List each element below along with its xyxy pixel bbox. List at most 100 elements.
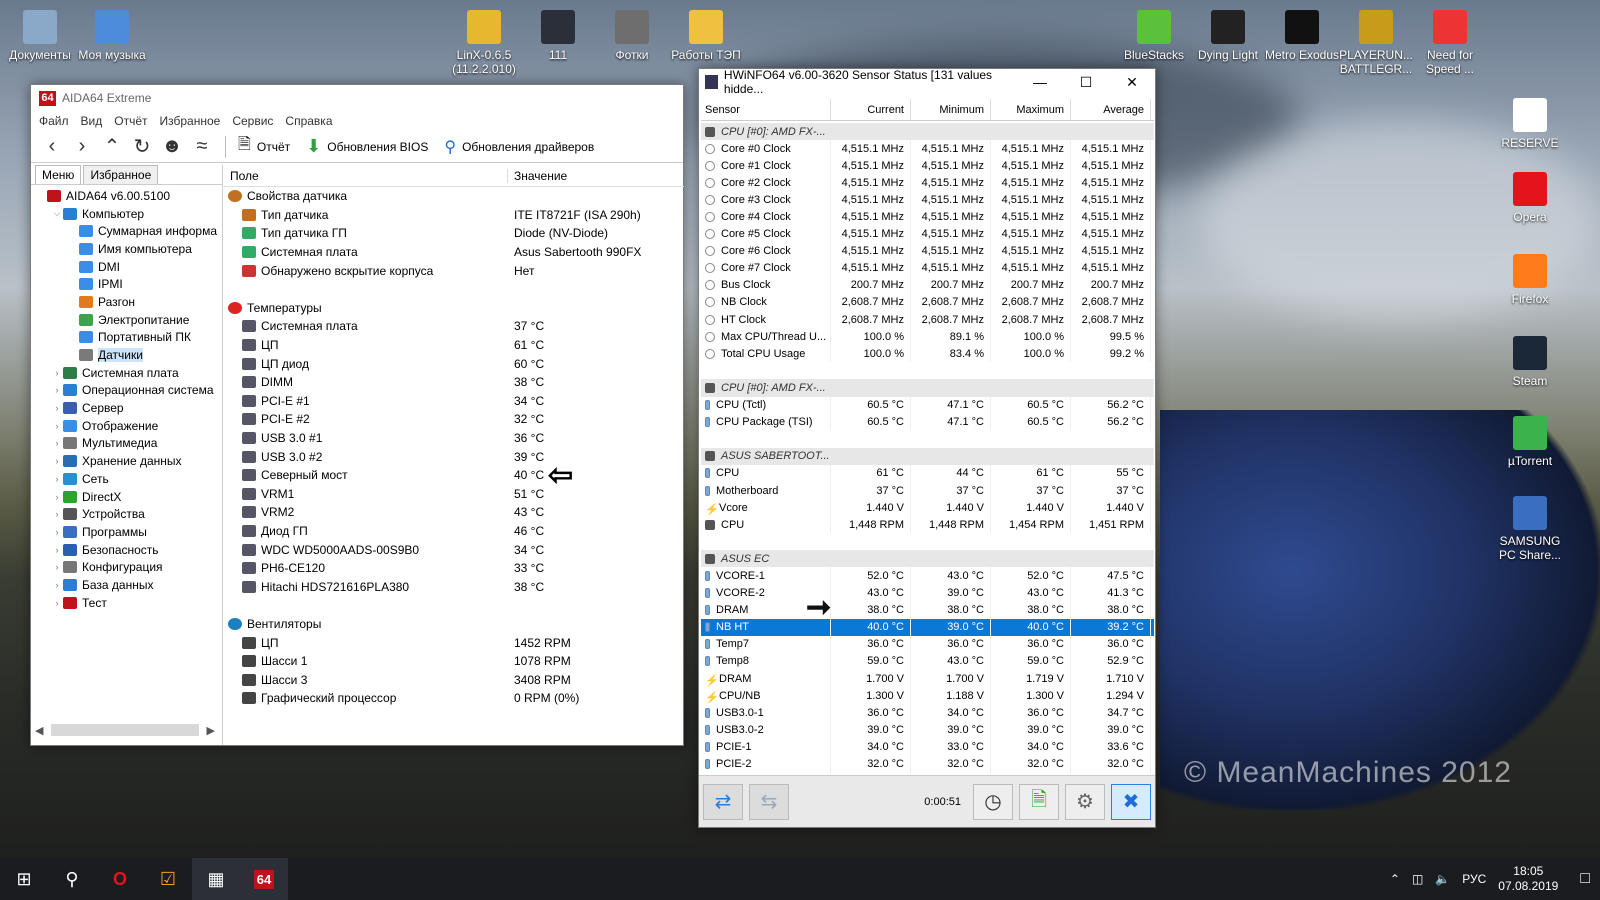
maximize-icon[interactable]: ☐ [1063, 74, 1109, 91]
desktop-icon-12[interactable]: Opera [1492, 172, 1568, 224]
network-icon[interactable]: ◫ [1412, 872, 1423, 886]
tree-item-9[interactable]: Датчики [31, 346, 222, 364]
sensor-row[interactable]: VCORE-2 43.0 °C 39.0 °C 43.0 °C 41.3 °C [701, 584, 1154, 602]
chevron-right-icon[interactable]: › [51, 438, 63, 448]
chevron-right-icon[interactable]: › [51, 562, 63, 572]
sensor-group-header[interactable]: ASUS SABERTOOT... [701, 447, 1154, 465]
sensor-row[interactable]: Core #5 Clock 4,515.1 MHz 4,515.1 MHz 4,515… [701, 225, 1154, 243]
tree-item-5[interactable]: IPMI [31, 275, 222, 293]
detail-row[interactable]: Северный мост 40 °C [224, 466, 684, 485]
back-icon[interactable]: ‹ [41, 135, 63, 158]
clock-reset-button[interactable]: ◷ [973, 783, 1013, 820]
chevron-right-icon[interactable]: › [51, 598, 63, 608]
sensor-row[interactable]: Temp8 59.0 °C 43.0 °C 59.0 °C 52.9 °C [701, 652, 1154, 670]
close-sensors-button[interactable]: ✖ [1111, 783, 1151, 820]
sensor-row[interactable]: Core #6 Clock 4,515.1 MHz 4,515.1 MHz 4,515… [701, 242, 1154, 260]
start-windows-icon[interactable]: ⊞ [0, 858, 48, 900]
tree-item-22[interactable]: › База данных [31, 576, 222, 594]
opera-taskbar-icon[interactable]: O [96, 858, 144, 900]
forward-icon[interactable]: › [71, 135, 93, 158]
desktop-icon-9[interactable]: PLAYERUN... BATTLEGR... [1338, 10, 1414, 76]
desktop-icon-13[interactable]: Firefox [1492, 254, 1568, 306]
sensor-row[interactable]: NB Clock 2,608.7 MHz 2,608.7 MHz 2,608.7 MH… [701, 293, 1154, 312]
aida64-window[interactable]: 64 AIDA64 Extreme Файл Вид Отчёт Избранн… [30, 84, 684, 746]
chevron-up-icon[interactable]: ⌃ [1390, 872, 1400, 886]
detail-row[interactable]: Тип датчика ГП Diode (NV-Diode) [224, 224, 684, 243]
detail-row[interactable]: USB 3.0 #1 36 °C [224, 429, 684, 448]
chevron-right-icon[interactable]: › [51, 368, 63, 378]
sensor-row[interactable]: Core #7 Clock 4,515.1 MHz 4,515.1 MHz 4,515… [701, 259, 1154, 277]
tree-item-1[interactable]: ⌵ Компьютер [31, 205, 222, 223]
desktop-icon-6[interactable]: BlueStacks [1116, 10, 1192, 62]
aida-titlebar[interactable]: 64 AIDA64 Extreme [31, 85, 683, 111]
desktop-icon-8[interactable]: Metro Exodus [1264, 10, 1340, 62]
chevron-right-icon[interactable]: › [51, 545, 63, 555]
tree-item-10[interactable]: › Системная плата [31, 364, 222, 382]
clock[interactable]: 18:05 07.08.2019 [1498, 864, 1558, 894]
desktop-icon-16[interactable]: SAMSUNG PC Share... [1492, 496, 1568, 562]
sensor-row[interactable]: Total CPU Usage 100.0 % 83.4 % 100.0 % 99.2 … [701, 345, 1154, 363]
scroll-left-icon[interactable]: ◀ [35, 724, 43, 737]
chevron-right-icon[interactable]: › [51, 421, 63, 431]
expand-arrows-button[interactable]: ⇄ [703, 783, 743, 820]
col-field[interactable]: Поле [224, 168, 508, 183]
sensor-row[interactable]: Core #2 Clock 4,515.1 MHz 4,515.1 MHz 4,515… [701, 174, 1154, 192]
chevron-right-icon[interactable]: › [51, 527, 63, 537]
sensor-row[interactable]: Core #3 Clock 4,515.1 MHz 4,515.1 MHz 4,515… [701, 191, 1154, 209]
detail-row[interactable]: PCI-E #2 32 °C [224, 410, 684, 429]
detail-row[interactable]: DIMM 38 °C [224, 373, 684, 392]
minimize-icon[interactable]: — [1017, 74, 1063, 91]
tree-item-17[interactable]: › DirectX [31, 488, 222, 506]
chevron-right-icon[interactable]: › [51, 474, 63, 484]
detail-row[interactable]: ЦП диод 60 °C [224, 354, 684, 373]
volume-icon[interactable]: 🔈 [1435, 872, 1450, 886]
sensor-row[interactable]: USB3.0-1 36.0 °C 34.0 °C 36.0 °C 34.7 °C [701, 704, 1154, 722]
driver-update-button[interactable]: ⚲ Обновления драйверов [444, 137, 594, 157]
desktop-icon-11[interactable]: RESERVE [1492, 98, 1568, 150]
sensor-row[interactable]: CPU Package (TSI) 60.5 °C 47.1 °C 60.5 °C 56… [701, 413, 1154, 431]
report-button[interactable]: 🗎 Отчёт [238, 133, 290, 160]
settings-gear-icon[interactable]: ⚙ [1065, 783, 1105, 820]
sensor-row[interactable]: CPU (Tctl) 60.5 °C 47.1 °C 60.5 °C 56.2 °C [701, 396, 1154, 414]
tree-item-3[interactable]: Имя компьютера [31, 240, 222, 258]
hwinfo-window[interactable]: HWiNFO64 v6.00-3620 Sensor Status [131 v… [698, 68, 1156, 828]
detail-row[interactable]: PH6-CE120 33 °C [224, 559, 684, 578]
hwinfo-titlebar[interactable]: HWiNFO64 v6.00-3620 Sensor Status [131 v… [699, 68, 1155, 96]
detail-row[interactable]: Системная плата 37 °C [224, 317, 684, 336]
tree-item-21[interactable]: › Конфигурация [31, 558, 222, 576]
chevron-right-icon[interactable]: › [51, 456, 63, 466]
detail-row[interactable]: VRM2 43 °C [224, 503, 684, 522]
detail-row[interactable]: USB 3.0 #2 39 °C [224, 447, 684, 466]
col-average[interactable]: Average [1071, 99, 1151, 120]
sensor-group-header[interactable]: CPU [#0]: AMD FX-... [701, 123, 1154, 141]
tree-item-18[interactable]: › Устройства [31, 505, 222, 523]
desktop-icon-1[interactable]: Моя музыка [74, 10, 150, 62]
detail-row[interactable]: ЦП 1452 RPM [224, 633, 684, 652]
detail-row[interactable]: Диод ГП 46 °C [224, 522, 684, 541]
up-icon[interactable]: ⌃ [101, 136, 123, 158]
desktop-icon-10[interactable]: Need for Speed ... [1412, 10, 1488, 76]
aida64-taskbar-icon[interactable]: 64 [240, 858, 288, 900]
detail-row[interactable]: Обнаружено вскрытие корпуса Нет [224, 261, 684, 280]
add-log-button[interactable]: 🗎 [1019, 783, 1059, 820]
menu-report[interactable]: Отчёт [114, 114, 147, 128]
tree-item-19[interactable]: › Программы [31, 523, 222, 541]
detail-row[interactable]: VRM1 51 °C [224, 485, 684, 504]
col-sensor[interactable]: Sensor [701, 99, 831, 120]
sensor-group-header[interactable]: CPU [#0]: AMD FX-... [701, 379, 1154, 397]
sensor-row[interactable]: HT Clock 2,608.7 MHz 2,608.7 MHz 2,608.7 MH… [701, 311, 1154, 329]
sensor-row[interactable]: ⚡ DRAM 1.700 V 1.700 V 1.719 V 1.710 V [701, 670, 1154, 688]
bios-update-button[interactable]: ⬇ Обновления BIOS [306, 136, 428, 157]
desktop-icon-2[interactable]: LinX-0.6.5 (11.2.2.010) [446, 10, 522, 76]
col-minimum[interactable]: Minimum [911, 99, 991, 120]
tree-item-20[interactable]: › Безопасность [31, 541, 222, 559]
sensor-row[interactable]: PCIE-2 32.0 °C 32.0 °C 32.0 °C 32.0 °C [701, 755, 1154, 773]
desktop-icon-7[interactable]: Dying Light [1190, 10, 1266, 62]
col-value[interactable]: Значение [508, 169, 567, 183]
tree-item-8[interactable]: Портативный ПК [31, 329, 222, 347]
sensor-row[interactable]: ⚡ Vcore 1.440 V 1.440 V 1.440 V 1.440 V [701, 499, 1154, 517]
tree-item-11[interactable]: › Операционная система [31, 382, 222, 400]
sensor-group-header[interactable]: ASUS EC [701, 550, 1154, 568]
menu-view[interactable]: Вид [81, 114, 103, 128]
chevron-right-icon[interactable]: › [51, 580, 63, 590]
